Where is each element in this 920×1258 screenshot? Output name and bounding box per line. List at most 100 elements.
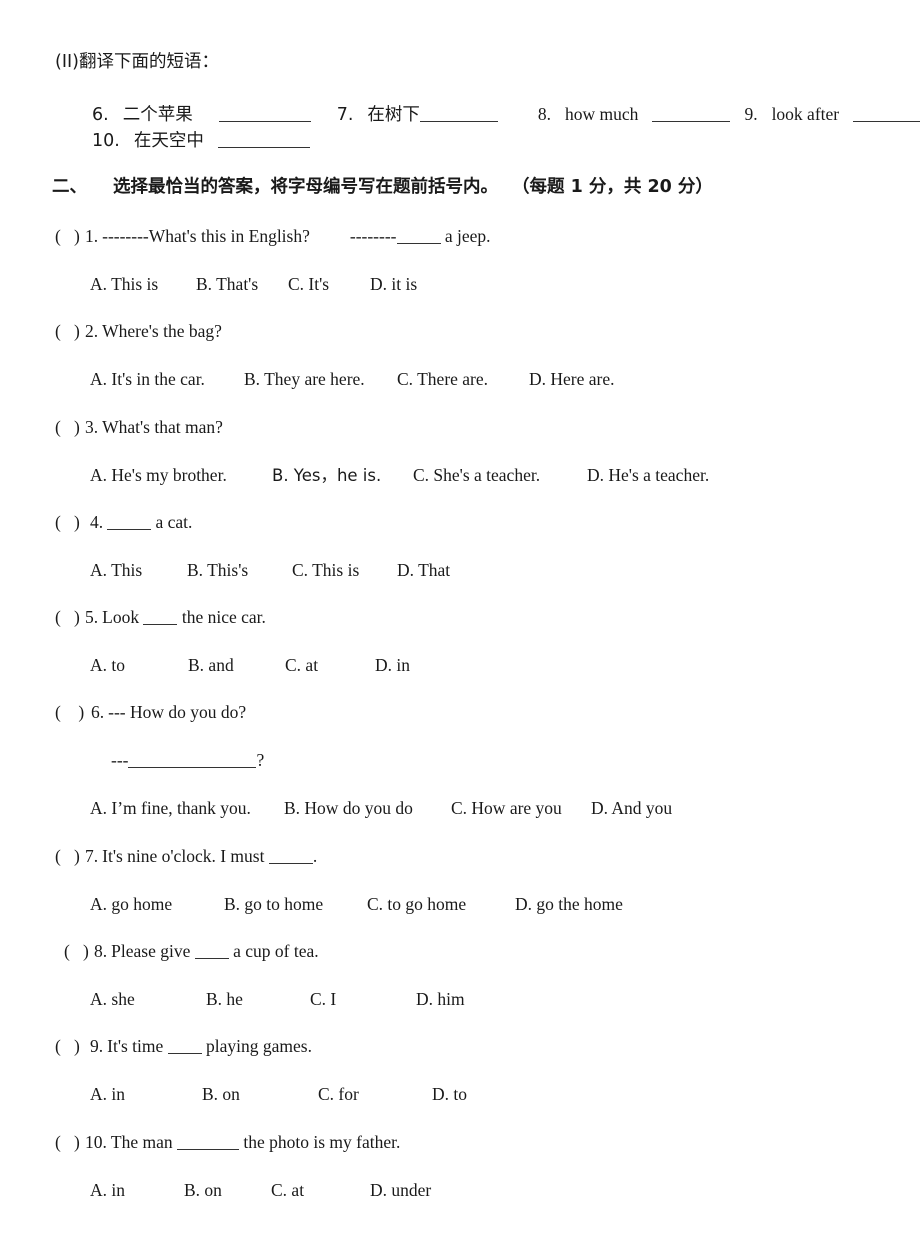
question-5-blank[interactable] [143,608,178,626]
question-9-option-c[interactable]: C. for [318,1084,432,1106]
question-5-option-b[interactable]: B. and [188,655,285,677]
question-7-option-a[interactable]: A. go home [90,894,224,916]
question-9-option-a[interactable]: A. in [90,1084,202,1106]
question-4-option-c[interactable]: C. This is [292,560,397,582]
question-10-option-d[interactable]: D. under [370,1180,431,1202]
question-8-option-a[interactable]: A. she [90,989,206,1011]
question-1-answer-box[interactable]: ( ) [55,226,85,248]
question-3-option-d[interactable]: D. He's a teacher. [587,465,709,487]
question-3-number: 3. [85,417,99,437]
question-6-option-b[interactable]: B. How do you do [284,798,451,820]
question-1-option-c[interactable]: C. It's [288,274,370,296]
translation-item-7-number: 7. [336,105,354,125]
question-9-stem: ( ) 9. It's time playing games. [55,1036,312,1058]
section-two-heading: 二、 选择最恰当的答案，将字母编号写在题前括号内。 （每题 1 分，共 20 分） [52,176,713,199]
question-1-option-d[interactable]: D. it is [370,274,417,296]
question-4-stem: ( ) 4. a cat. [55,512,192,534]
question-2-option-b[interactable]: B. They are here. [244,369,397,391]
question-6-sub-line: ---? [111,750,264,772]
question-8-option-b[interactable]: B. he [206,989,310,1011]
question-8-option-c[interactable]: C. I [310,989,416,1011]
question-1-blank[interactable] [396,227,441,245]
question-3-option-b[interactable]: B. Yes，he is. [272,466,413,487]
question-5-option-c[interactable]: C. at [285,655,375,677]
question-6-answer-box[interactable]: ( ) [55,702,91,724]
question-1-text: --------What's this in English? [102,226,310,246]
question-7-stem: ( ) 7. It's nine o'clock. I must . [55,846,317,868]
translation-item-9-blank[interactable] [853,105,920,123]
question-10-answer-box[interactable]: ( ) [55,1132,85,1154]
translation-item-6-number: 6. [92,105,109,125]
translation-item-8-blank[interactable] [652,105,731,123]
question-7-answer-box[interactable]: ( ) [55,846,85,868]
question-9-option-d[interactable]: D. to [432,1084,467,1106]
question-3-option-a[interactable]: A. He's my brother. [90,465,272,487]
translation-item-10-blank[interactable] [217,131,310,149]
question-4-answer-box[interactable]: ( ) [55,512,85,534]
question-9-option-b[interactable]: B. on [202,1084,318,1106]
question-1-option-a[interactable]: A. This is [90,274,196,296]
section-two-marker: 二、 [52,177,87,197]
question-5-option-d[interactable]: D. in [375,655,410,677]
question-5-answer-box[interactable]: ( ) [55,607,85,629]
translation-item-9-text: look after [771,104,840,124]
question-8-option-d[interactable]: D. him [416,989,465,1011]
question-2-option-a[interactable]: A. It's in the car. [90,369,244,391]
question-4-text-after: a cat. [151,512,193,532]
question-8-stem: ( ) 8. Please give a cup of tea. [64,941,319,963]
question-4-blank[interactable] [107,513,152,531]
question-1-stem: ( ) 1. --------What's this in English? ----… [55,226,491,248]
question-6-options: A. I’m fine, thank you. B. How do you do C… [90,798,672,820]
question-5-text-after: the nice car. [177,607,266,627]
question-4-number: 4. [90,512,104,532]
translation-item-8-text: how much [565,104,639,124]
translation-item-10-number: 10. [92,131,120,151]
question-6-text: --- How do you do? [108,702,247,722]
question-9-options: A. in B. on C. for D. to [90,1084,467,1106]
question-6-option-c[interactable]: C. How are you [451,798,591,820]
question-3-answer-box[interactable]: ( ) [55,417,85,439]
question-2-option-d[interactable]: D. Here are. [529,369,615,391]
question-4-option-a[interactable]: A. This [90,560,187,582]
question-1-option-b[interactable]: B. That's [196,274,288,296]
question-5-stem: ( ) 5. Look the nice car. [55,607,266,629]
question-3-text: What's that man? [102,417,223,437]
question-7-blank[interactable] [268,847,313,865]
translation-instruction: (II)翻译下面的短语： [55,52,219,72]
question-4-option-b[interactable]: B. This's [187,560,292,582]
question-7-option-c[interactable]: C. to go home [367,894,515,916]
question-10-stem: ( ) 10. The man the photo is my father. [55,1132,400,1154]
question-5-option-a[interactable]: A. to [90,655,188,677]
question-4-options: A. This B. This's C. This is D. That [90,560,450,582]
question-8-text-after: a cup of tea. [228,941,319,961]
translation-item-10-text: 在天空中 [133,131,204,151]
question-9-blank[interactable] [167,1037,202,1055]
question-9-number: 9. [90,1036,104,1056]
question-8-answer-box[interactable]: ( ) [64,941,94,963]
question-2-answer-box[interactable]: ( ) [55,321,85,343]
question-9-text-after: playing games. [201,1036,312,1056]
question-8-blank[interactable] [194,942,229,960]
question-5-number: 5. [85,607,99,627]
question-6-option-d[interactable]: D. And you [591,798,672,820]
question-1-text-after: a jeep. [440,226,491,246]
question-10-number: 10. [85,1132,107,1152]
question-10-blank[interactable] [176,1133,239,1151]
question-2-option-c[interactable]: C. There are. [397,369,529,391]
question-9-text-before: It's time [107,1036,168,1056]
question-3-option-c[interactable]: C. She's a teacher. [413,465,587,487]
question-6-number: 6. [91,702,105,722]
question-10-option-b[interactable]: B. on [184,1180,271,1202]
question-2-number: 2. [85,321,99,341]
question-9-answer-box[interactable]: ( ) [55,1036,85,1058]
question-10-option-c[interactable]: C. at [271,1180,370,1202]
translation-item-6-blank[interactable] [218,105,311,123]
question-7-option-b[interactable]: B. go to home [224,894,367,916]
question-7-option-d[interactable]: D. go the home [515,894,623,916]
question-10-option-a[interactable]: A. in [90,1180,184,1202]
translation-item-7-blank[interactable] [419,105,498,123]
question-6-option-a[interactable]: A. I’m fine, thank you. [90,798,284,820]
question-4-option-d[interactable]: D. That [397,560,450,582]
question-6-blank[interactable] [128,751,257,769]
section-two-title: 选择最恰当的答案，将字母编号写在题前括号内。 [113,177,498,197]
